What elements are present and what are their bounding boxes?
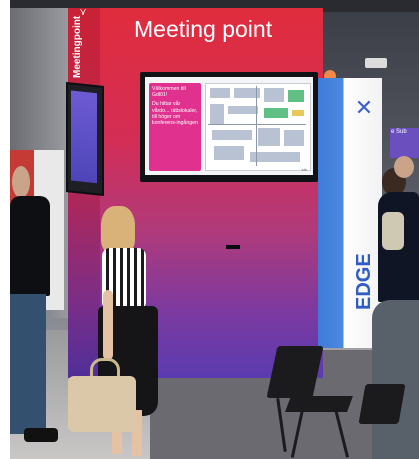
booth-side-logo: Meetingpoint: [72, 15, 83, 78]
man-right-shoulder: [372, 300, 419, 459]
display-footer: Idé: [301, 167, 307, 172]
map-path: [256, 86, 257, 166]
map-block: [214, 146, 244, 160]
man-left-jeans: [10, 294, 46, 434]
info-display: Välkommen till Gdl01! Du hittar vår vård…: [140, 72, 318, 249]
map-path: [208, 124, 306, 125]
map-block: [258, 128, 280, 146]
ceiling-lamp: [365, 58, 387, 68]
map-block: [228, 106, 258, 114]
info-display-screen: Välkommen till Gdl01! Du hittar vår vård…: [145, 77, 313, 175]
man-left-torso: [10, 196, 50, 296]
welcome-panel: Välkommen till Gdl01! Du hittar vår vård…: [149, 83, 201, 171]
display-stand: [226, 245, 240, 249]
map-block: [210, 88, 230, 98]
map-block: [212, 130, 252, 140]
backpack: [382, 212, 404, 250]
map-block: [210, 104, 224, 124]
woman-arm: [103, 290, 113, 360]
edge-logo-icon: ✕: [354, 95, 374, 120]
background-screen-text: e Sub: [391, 129, 407, 135]
floor-map: [205, 83, 311, 171]
handbag: [68, 376, 136, 432]
photo: ⋎ Meetingpoint Meeting point Välkommen t…: [10, 0, 419, 459]
edge-wordmark: EDGE: [353, 253, 375, 310]
second-chair-back: [358, 384, 406, 424]
left-monitor-screen: [71, 90, 97, 184]
directions-line: Du hittar vår vårdo... rättslokaler, til…: [152, 101, 198, 127]
left-monitor: [66, 82, 104, 196]
man-left-head: [12, 166, 30, 198]
map-block: [250, 152, 300, 162]
folding-chair-seat: [285, 396, 353, 412]
map-block: [284, 130, 304, 146]
booth-headline: Meeting point: [134, 16, 273, 42]
man-background-head: [394, 156, 414, 178]
map-block: [264, 88, 284, 102]
map-block-highlight: [288, 90, 304, 102]
woman-hair: [101, 206, 135, 254]
man-left-shoe: [24, 428, 58, 442]
welcome-line: Välkommen till Gdl01!: [152, 86, 186, 99]
map-block-highlight: [264, 108, 288, 118]
map-block-yellow: [292, 110, 304, 116]
